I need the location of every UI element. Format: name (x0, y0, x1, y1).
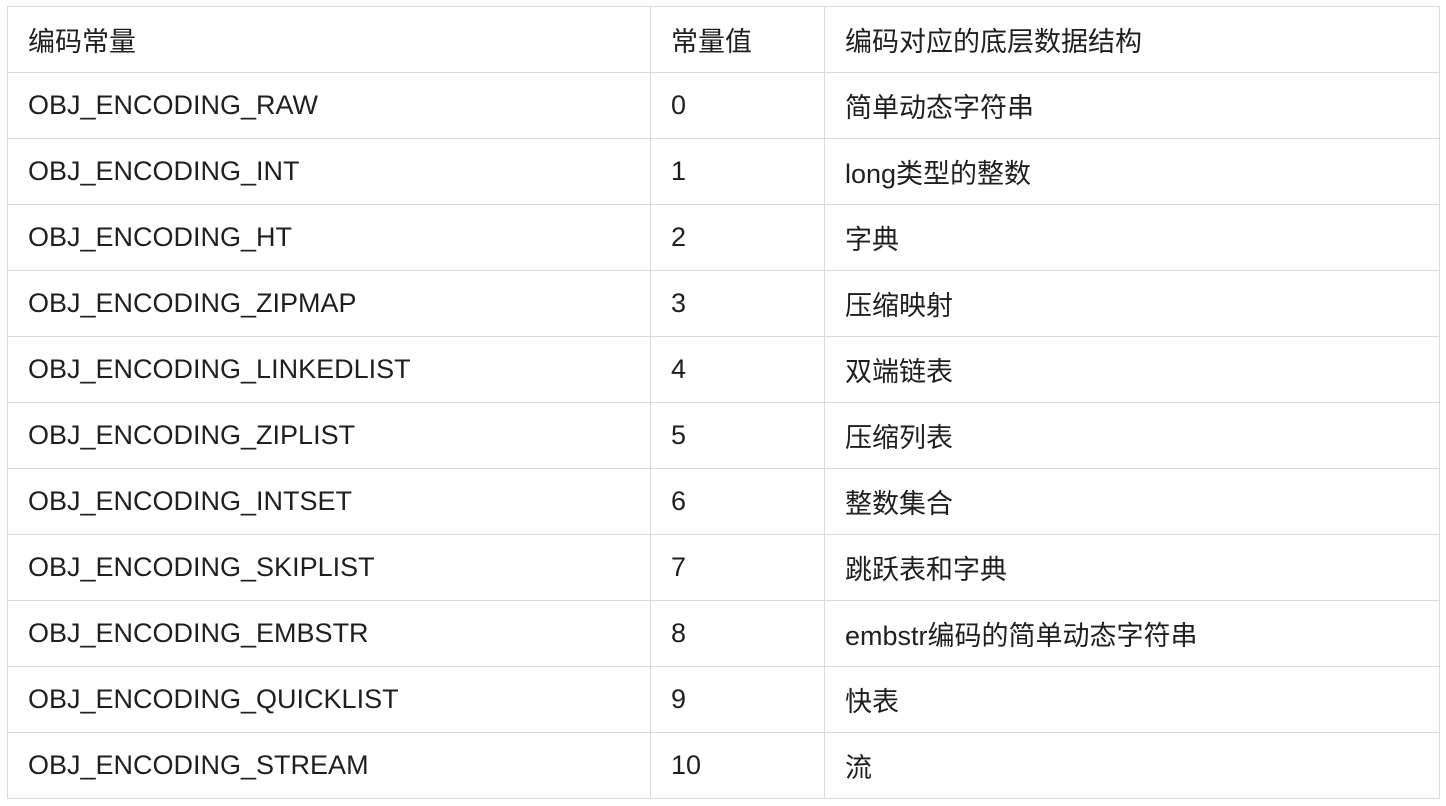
cell-constant-value: 4 (650, 336, 825, 403)
cell-encoding-constant: OBJ_ENCODING_EMBSTR (7, 600, 651, 667)
table-row: OBJ_ENCODING_QUICKLIST 9 快表 (7, 666, 1440, 733)
table-header-row: 编码常量 常量值 编码对应的底层数据结构 (7, 6, 1440, 73)
table-row: OBJ_ENCODING_ZIPMAP 3 压缩映射 (7, 270, 1440, 337)
cell-data-structure: 字典 (824, 204, 1440, 271)
cell-encoding-constant: OBJ_ENCODING_INT (7, 138, 651, 205)
encoding-table: 编码常量 常量值 编码对应的底层数据结构 OBJ_ENCODING_RAW 0 … (7, 6, 1440, 799)
header-encoding-constant: 编码常量 (7, 6, 651, 73)
cell-data-structure: 流 (824, 732, 1440, 799)
table-row: OBJ_ENCODING_SKIPLIST 7 跳跃表和字典 (7, 534, 1440, 601)
header-constant-value: 常量值 (650, 6, 825, 73)
cell-encoding-constant: OBJ_ENCODING_QUICKLIST (7, 666, 651, 733)
cell-encoding-constant: OBJ_ENCODING_SKIPLIST (7, 534, 651, 601)
cell-constant-value: 0 (650, 72, 825, 139)
cell-encoding-constant: OBJ_ENCODING_INTSET (7, 468, 651, 535)
cell-data-structure: 整数集合 (824, 468, 1440, 535)
cell-encoding-constant: OBJ_ENCODING_ZIPLIST (7, 402, 651, 469)
cell-encoding-constant: OBJ_ENCODING_RAW (7, 72, 651, 139)
table-row: OBJ_ENCODING_ZIPLIST 5 压缩列表 (7, 402, 1440, 469)
cell-data-structure: 双端链表 (824, 336, 1440, 403)
encoding-table-container: 编码常量 常量值 编码对应的底层数据结构 OBJ_ENCODING_RAW 0 … (7, 6, 1440, 799)
cell-data-structure: 跳跃表和字典 (824, 534, 1440, 601)
table-row: OBJ_ENCODING_INT 1 long类型的整数 (7, 138, 1440, 205)
cell-encoding-constant: OBJ_ENCODING_LINKEDLIST (7, 336, 651, 403)
table-row: OBJ_ENCODING_STREAM 10 流 (7, 732, 1440, 799)
cell-constant-value: 10 (650, 732, 825, 799)
cell-data-structure: 压缩映射 (824, 270, 1440, 337)
cell-constant-value: 3 (650, 270, 825, 337)
cell-constant-value: 5 (650, 402, 825, 469)
table-row: OBJ_ENCODING_LINKEDLIST 4 双端链表 (7, 336, 1440, 403)
cell-encoding-constant: OBJ_ENCODING_STREAM (7, 732, 651, 799)
cell-constant-value: 6 (650, 468, 825, 535)
cell-constant-value: 2 (650, 204, 825, 271)
cell-encoding-constant: OBJ_ENCODING_HT (7, 204, 651, 271)
table-row: OBJ_ENCODING_EMBSTR 8 embstr编码的简单动态字符串 (7, 600, 1440, 667)
cell-data-structure: 快表 (824, 666, 1440, 733)
cell-constant-value: 9 (650, 666, 825, 733)
cell-constant-value: 8 (650, 600, 825, 667)
header-data-structure: 编码对应的底层数据结构 (824, 6, 1440, 73)
cell-data-structure: embstr编码的简单动态字符串 (824, 600, 1440, 667)
cell-data-structure: 简单动态字符串 (824, 72, 1440, 139)
table-row: OBJ_ENCODING_INTSET 6 整数集合 (7, 468, 1440, 535)
cell-data-structure: 压缩列表 (824, 402, 1440, 469)
cell-constant-value: 7 (650, 534, 825, 601)
cell-encoding-constant: OBJ_ENCODING_ZIPMAP (7, 270, 651, 337)
table-row: OBJ_ENCODING_RAW 0 简单动态字符串 (7, 72, 1440, 139)
table-row: OBJ_ENCODING_HT 2 字典 (7, 204, 1440, 271)
cell-constant-value: 1 (650, 138, 825, 205)
cell-data-structure: long类型的整数 (824, 138, 1440, 205)
